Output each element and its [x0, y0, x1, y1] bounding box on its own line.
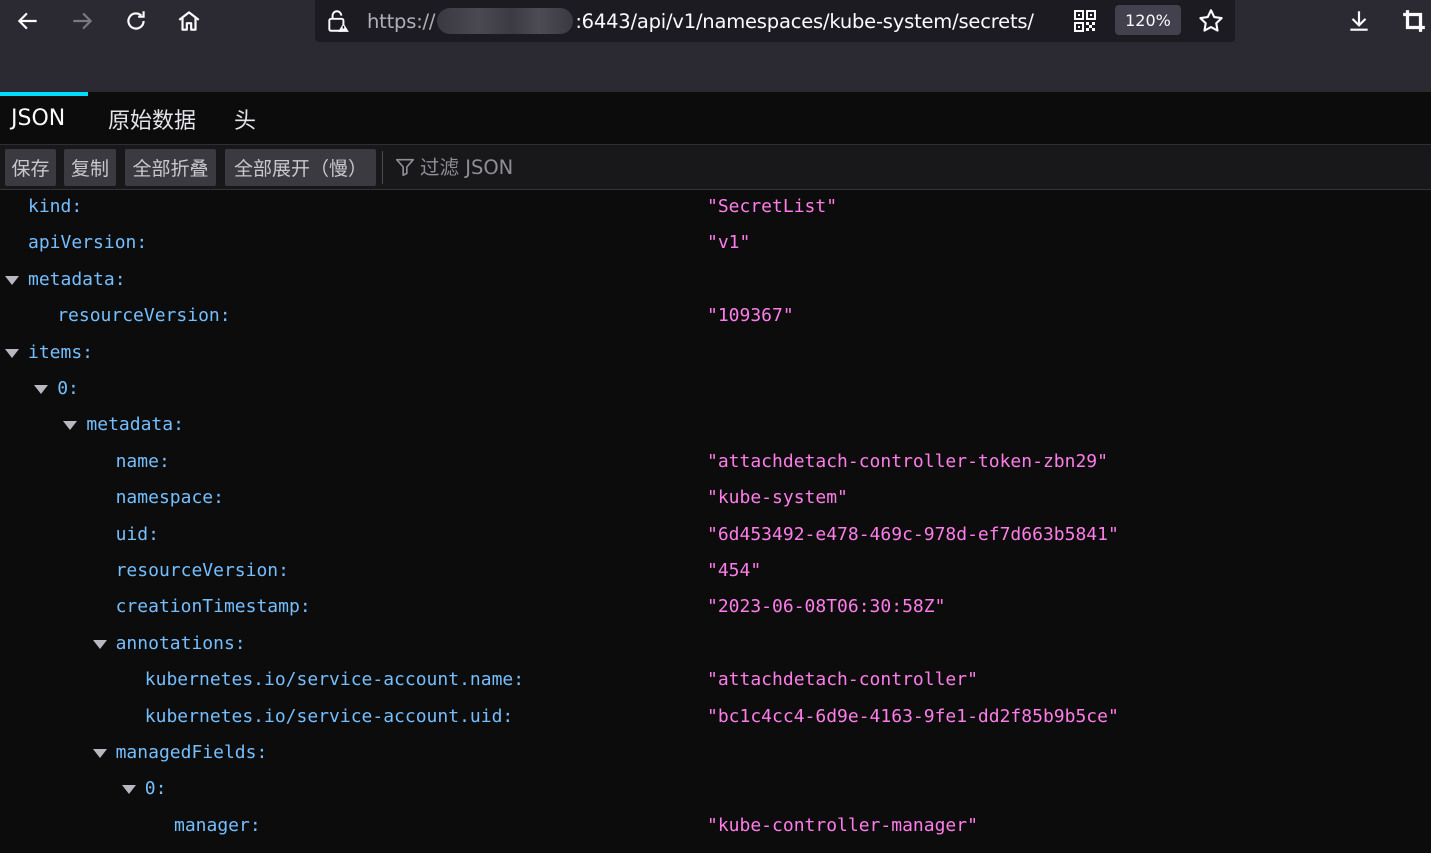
home-button[interactable] — [169, 2, 209, 40]
expand-toggle-icon[interactable] — [63, 421, 78, 431]
expand-toggle-icon[interactable] — [121, 785, 136, 795]
expand-toggle-icon[interactable] — [5, 348, 19, 358]
reload-button[interactable] — [116, 2, 156, 40]
json-tree-row[interactable]: 0: — [0, 772, 1431, 808]
json-tree-row: resourceVersion: "454" — [0, 554, 1431, 590]
json-value: "2023-06-08T06:30:58Z" — [707, 596, 946, 618]
json-tree-row: kubernetes.io/service-account.name: "atta… — [0, 663, 1431, 699]
bookmark-star-icon[interactable] — [1197, 7, 1225, 35]
json-key: namespace: — [115, 487, 224, 509]
expand-all-button[interactable]: 全部展开（慢） — [225, 149, 376, 186]
arrow-right-icon — [73, 12, 93, 30]
json-tree-row[interactable]: metadata: — [0, 408, 1431, 444]
json-tree-row[interactable]: metadata: — [0, 263, 1431, 299]
json-value: "bc1c4cc4-6d9e-4163-9fe1-dd2f85b9b5ce" — [707, 705, 1119, 727]
json-tree-row[interactable]: managedFields: — [0, 736, 1431, 772]
url-bar[interactable]: https:// :6443/api/v1/namespaces/kube-sys… — [315, 0, 1235, 42]
json-tree-row: kubernetes.io/service-account.uid: "bc1c4… — [0, 700, 1431, 736]
download-icon — [1350, 11, 1368, 31]
reload-icon — [127, 11, 145, 30]
expand-toggle-icon[interactable] — [92, 749, 107, 758]
json-toolbar: 保存 复制 全部折叠 全部展开（慢） — [0, 145, 1431, 190]
browser-toolbar: https:// :6443/api/v1/namespaces/kube-sys… — [0, 0, 1431, 92]
json-tree-row: namespace: "kube-system" — [0, 481, 1431, 517]
json-key: kubernetes.io/service-account.uid: — [144, 705, 514, 727]
json-value: "attachdetach-controller-token-zbn29" — [707, 450, 1108, 472]
json-tree-row: name: "attachdetach-controller-token-zbn2… — [0, 445, 1431, 481]
expand-toggle-icon[interactable] — [34, 385, 49, 394]
expand-toggle-icon[interactable] — [92, 639, 107, 649]
json-key: manager: — [174, 814, 261, 836]
viewer-tabs: JSON 原始数据 头 — [0, 92, 1431, 145]
url-path: :6443/api/v1/namespaces/kube-system/secr… — [575, 9, 1034, 33]
json-key: uid: — [115, 523, 159, 545]
collapse-all-button[interactable]: 全部折叠 — [125, 149, 216, 186]
tab-json[interactable]: JSON — [0, 92, 89, 145]
json-value: "454" — [707, 560, 762, 581]
json-key: creationTimestamp: — [115, 596, 311, 618]
crop-icon — [1403, 10, 1425, 32]
json-key: managedFields: — [115, 742, 268, 763]
json-tree-row: resourceVersion: "109367" — [0, 299, 1431, 335]
json-tree-row: uid: "6d453492-e478-469c-978d-ef7d663b584… — [0, 518, 1431, 554]
json-key: annotations: — [115, 632, 246, 654]
insecure-lock-icon[interactable] — [325, 8, 351, 34]
json-tree-row: manager: "kube-controller-manager" — [0, 809, 1431, 845]
json-key: items: — [28, 341, 94, 363]
json-tree-row[interactable]: annotations: — [0, 627, 1431, 663]
tab-raw-data[interactable]: 原始数据 — [97, 92, 207, 145]
json-key: kubernetes.io/service-account.name: — [144, 669, 525, 691]
json-value: "v1" — [707, 232, 751, 254]
copy-button[interactable]: 复制 — [64, 149, 116, 186]
json-key: kind: — [28, 196, 83, 217]
json-tree-row: kind: "SecretList" — [0, 190, 1431, 226]
json-tree-row[interactable]: items: — [0, 336, 1431, 372]
json-value: "SecretList" — [707, 196, 838, 217]
json-key: 0: — [57, 378, 79, 399]
arrow-left-icon — [17, 12, 37, 30]
json-value: "6d453492-e478-469c-978d-ef7d663b5841" — [707, 523, 1119, 545]
json-key: 0: — [144, 778, 167, 800]
json-value: "attachdetach-controller" — [707, 669, 978, 691]
home-icon — [178, 11, 200, 31]
expand-toggle-icon[interactable] — [5, 275, 19, 285]
json-tree-row: apiVersion: "v1" — [0, 226, 1431, 262]
json-tree-row: creationTimestamp: "2023-06-08T06:30:58Z" — [0, 590, 1431, 626]
json-key: resourceVersion: — [57, 305, 231, 327]
filter-icon — [395, 158, 415, 177]
filter-json-input[interactable] — [420, 151, 1120, 184]
qr-code-icon[interactable] — [1073, 9, 1097, 33]
tab-headers[interactable]: 头 — [223, 92, 267, 145]
json-tree: kind: "SecretList" apiVersion: "v1" metadata… — [0, 190, 1431, 853]
json-key: metadata: — [28, 268, 126, 290]
json-key: name: — [115, 450, 170, 472]
downloads-button[interactable] — [1342, 4, 1376, 38]
json-key: metadata: — [86, 414, 184, 436]
url-scheme: https:// — [367, 9, 436, 33]
json-value: "kube-controller-manager" — [707, 814, 978, 836]
toolbar-divider — [382, 151, 383, 184]
save-button[interactable]: 保存 — [5, 149, 56, 186]
json-value: "109367" — [707, 305, 794, 327]
json-value: "kube-system" — [707, 487, 848, 509]
json-key: apiVersion: — [28, 232, 148, 254]
redacted-host — [437, 8, 574, 34]
url-text[interactable]: https:// :6443/api/v1/namespaces/kube-sys… — [367, 7, 1034, 35]
zoom-level-button[interactable]: 120% — [1115, 5, 1181, 35]
back-button[interactable] — [8, 2, 48, 40]
forward-button[interactable] — [62, 2, 102, 40]
json-key: resourceVersion: — [115, 560, 289, 581]
screenshot-button[interactable] — [1397, 4, 1431, 38]
json-tree-row[interactable]: 0: — [0, 372, 1431, 408]
